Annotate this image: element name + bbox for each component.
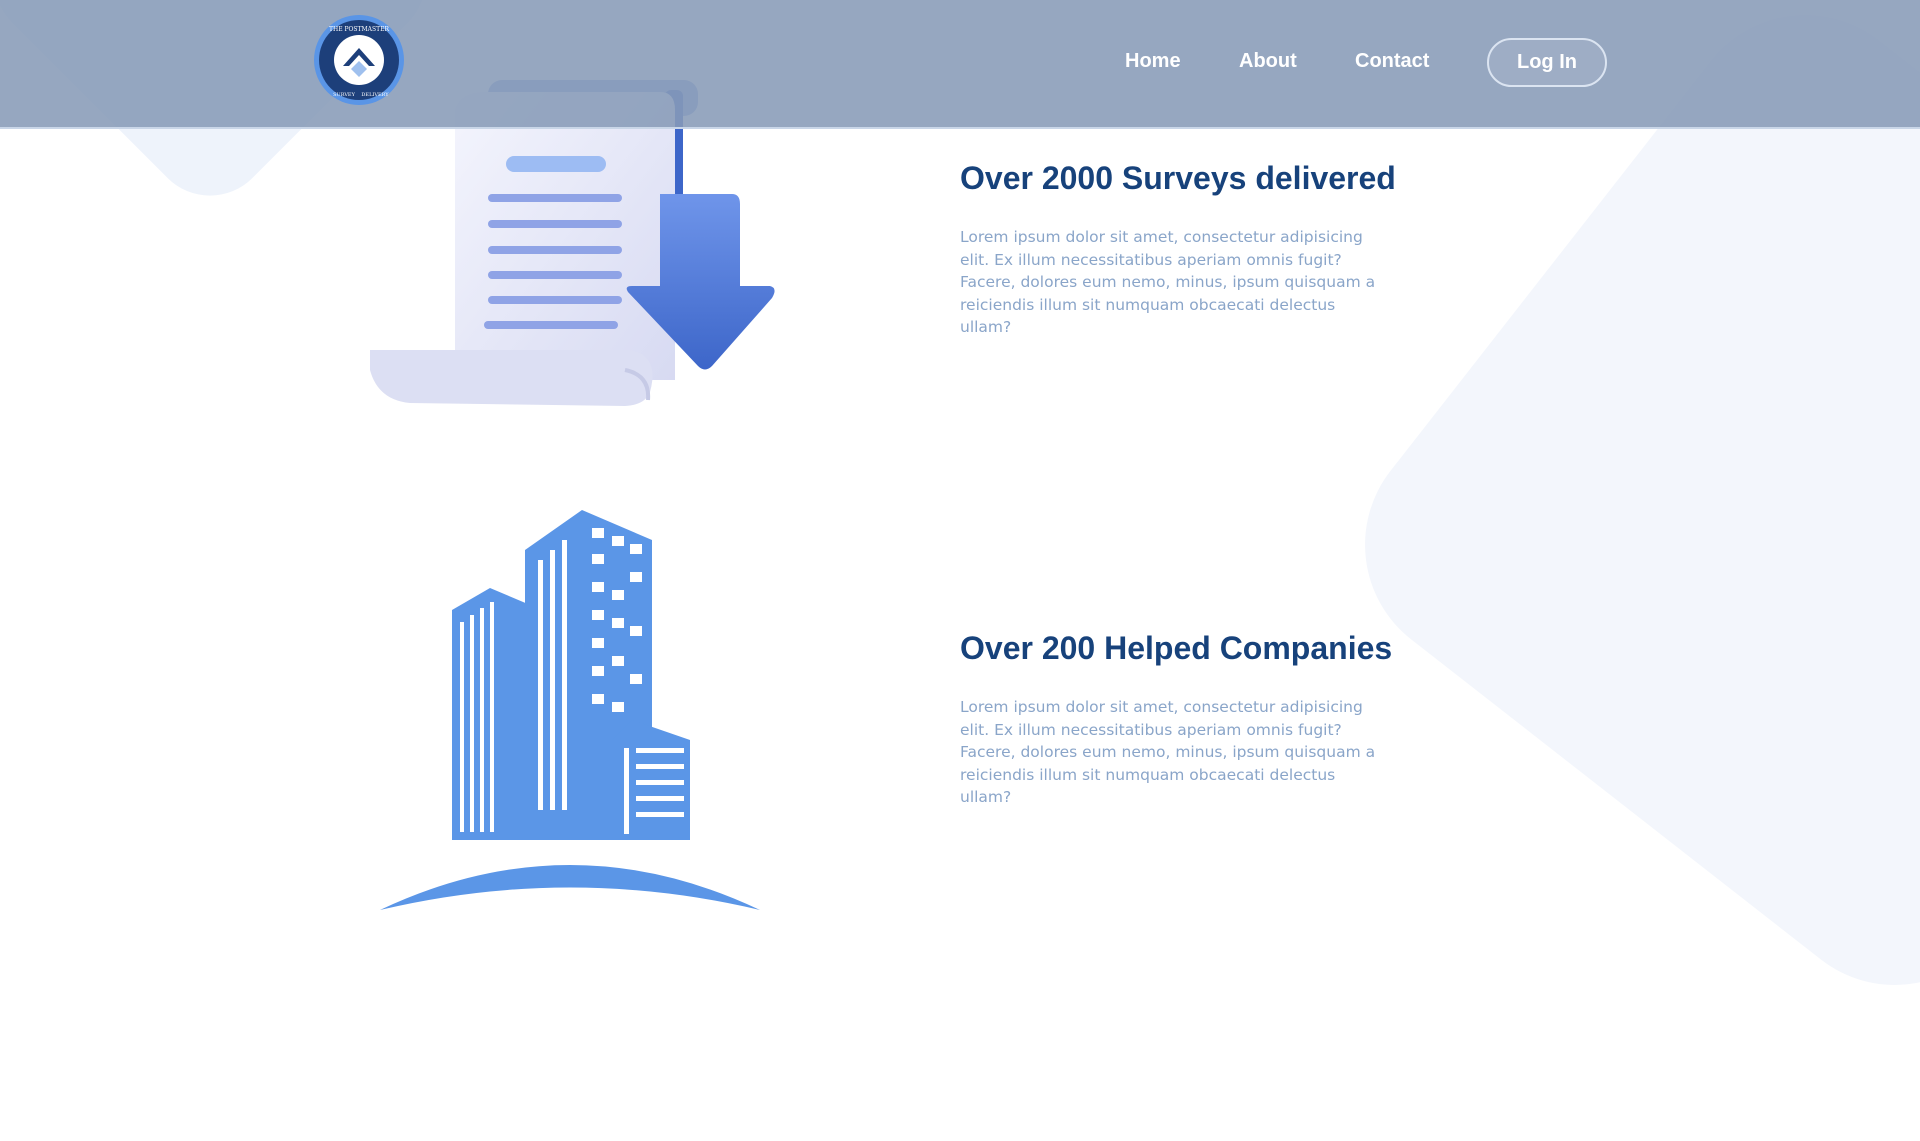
nav-home-link[interactable]: Home xyxy=(1125,50,1181,73)
nav-contact-link[interactable]: Contact xyxy=(1355,50,1429,73)
office-buildings-icon xyxy=(380,510,760,910)
login-button[interactable]: Log In xyxy=(1487,38,1607,87)
stat-body-surveys: Lorem ipsum dolor sit amet, consectetur … xyxy=(960,228,1376,336)
logo-bottom-right-text: DELIVERY xyxy=(361,92,389,98)
nav-about-link[interactable]: About xyxy=(1239,50,1297,73)
stat-title-companies: Over 200 Helped Companies xyxy=(960,630,1393,666)
logo-top-text: THE POSTMASTER xyxy=(329,26,390,33)
company-logo[interactable]: THE POSTMASTER SURVEY DELIVERY xyxy=(313,14,405,106)
logo-bottom-left-text: SURVEY xyxy=(333,92,355,98)
stat-body-companies: Lorem ipsum dolor sit amet, consectetur … xyxy=(960,698,1376,806)
site-header: THE POSTMASTER SURVEY DELIVERY Home Abou… xyxy=(0,0,1920,129)
stat-title-surveys: Over 2000 Surveys delivered xyxy=(960,160,1396,196)
background-shape-right xyxy=(1316,0,1920,1034)
